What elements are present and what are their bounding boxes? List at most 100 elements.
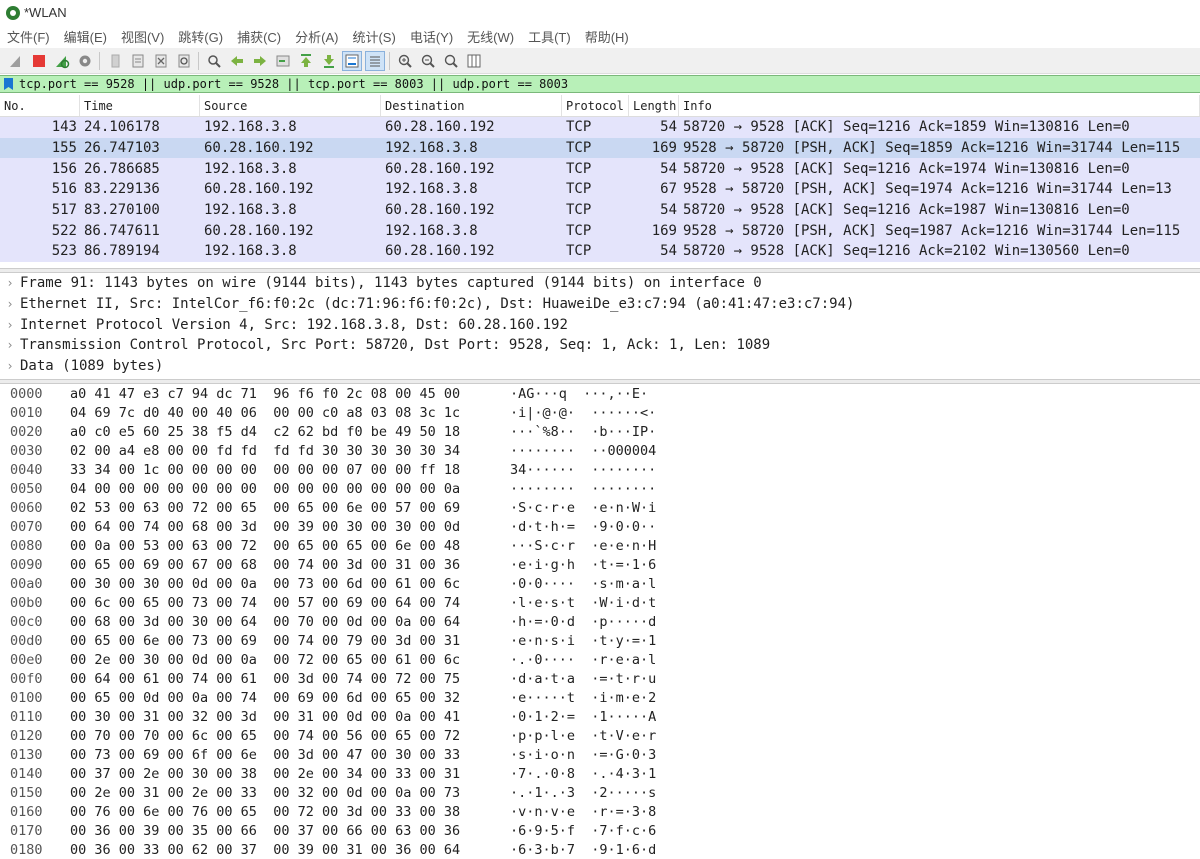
column-header[interactable]: Time [80,95,200,116]
open-file-icon[interactable] [105,51,125,71]
hex-row[interactable]: 0000 a0 41 47 e3 c7 94 dc 71 96 f6 f0 2c … [0,384,1200,403]
hex-row[interactable]: 00f0 00 64 00 61 00 74 00 61 00 3d 00 74 … [0,669,1200,688]
hex-row[interactable]: 00e0 00 2e 00 30 00 0d 00 0a 00 72 00 65 … [0,650,1200,669]
hex-ascii: ·i|·@·@· ······<· [510,404,657,421]
go-first-icon[interactable] [296,51,316,71]
packet-details[interactable]: › Frame 91: 1143 bytes on wire (9144 bits… [0,273,1200,379]
hex-row[interactable]: 0170 00 36 00 39 00 35 00 66 00 37 00 66 … [0,821,1200,840]
go-last-icon[interactable] [319,51,339,71]
hex-row[interactable]: 0140 00 37 00 2e 00 30 00 38 00 2e 00 34 … [0,764,1200,783]
hex-row[interactable]: 0080 00 0a 00 53 00 63 00 72 00 65 00 65 … [0,536,1200,555]
chevron-right-icon[interactable]: › [0,318,20,332]
stop-icon[interactable] [29,51,49,71]
menu-item[interactable]: 无线(W) [460,27,521,46]
reload-icon[interactable] [174,51,194,71]
column-header[interactable]: No. [0,95,80,116]
hex-row[interactable]: 0020 a0 c0 e5 60 25 38 f5 d4 c2 62 bd f0 … [0,422,1200,441]
hex-row[interactable]: 00a0 00 30 00 30 00 0d 00 0a 00 73 00 6d … [0,574,1200,593]
hex-ascii: ·AG···q ···,··E· [510,385,649,402]
zoom-normal-icon[interactable] [441,51,461,71]
hex-row[interactable]: 00d0 00 65 00 6e 00 73 00 69 00 74 00 79 … [0,631,1200,650]
go-back-icon[interactable] [227,51,247,71]
hex-row[interactable]: 0180 00 36 00 33 00 62 00 37 00 39 00 31 … [0,840,1200,859]
options-gear-icon[interactable] [75,51,95,71]
column-header[interactable]: Info [679,95,1200,116]
packet-time-cell: 86.747611 [84,222,160,239]
packet-bytes[interactable]: 0000 a0 41 47 e3 c7 94 dc 71 96 f6 f0 2c … [0,384,1200,858]
packet-row[interactable]: 156 26.786685 192.168.3.8 60.28.160.192 TCP 5… [0,158,1200,180]
packet-src-cell: 60.28.160.192 [204,222,314,239]
hex-row[interactable]: 0010 04 69 7c d0 40 00 40 06 00 00 c0 a8 … [0,403,1200,422]
hex-row[interactable]: 0160 00 76 00 6e 00 76 00 65 00 72 00 3d … [0,802,1200,821]
menu-item[interactable]: 工具(T) [521,27,578,46]
chevron-right-icon[interactable]: › [0,276,20,290]
go-to-packet-icon[interactable] [273,51,293,71]
packet-dst-cell: 60.28.160.192 [385,160,495,177]
hex-row[interactable]: 0100 00 65 00 0d 00 0a 00 74 00 69 00 6d … [0,688,1200,707]
find-icon[interactable] [204,51,224,71]
detail-row[interactable]: › Frame 91: 1143 bytes on wire (9144 bits… [0,273,1200,294]
packet-row[interactable]: 143 24.106178 192.168.3.8 60.28.160.192 TCP 5… [0,117,1200,138]
menu-item[interactable]: 分析(A) [288,27,345,46]
hex-row[interactable]: 0110 00 30 00 31 00 32 00 3d 00 31 00 0d … [0,707,1200,726]
chevron-right-icon[interactable]: › [0,359,20,373]
hex-ascii: 34······ ········ [510,461,657,478]
packet-row[interactable]: 522 86.747611 60.28.160.192 192.168.3.8 TCP 1… [0,220,1200,242]
chevron-right-icon[interactable]: › [0,338,20,352]
column-header[interactable]: Source [200,95,381,116]
hex-row[interactable]: 0030 02 00 a4 e8 00 00 fd fd fd fd 30 30 … [0,441,1200,460]
shark-fin-icon[interactable] [6,51,26,71]
detail-row[interactable]: › Data (1089 bytes) [0,356,1200,377]
colorize-icon[interactable] [364,50,385,71]
go-forward-icon[interactable] [250,51,270,71]
display-filter-input[interactable] [19,77,1200,91]
menu-item[interactable]: 文件(F) [0,27,57,46]
packet-info-cell: 9528 → 58720 [PSH, ACK] Seq=1987 Ack=121… [683,222,1181,239]
detail-row[interactable]: › Internet Protocol Version 4, Src: 192.1… [0,314,1200,335]
hex-row[interactable]: 0150 00 2e 00 31 00 2e 00 33 00 32 00 0d … [0,783,1200,802]
packet-time-cell: 26.786685 [84,160,160,177]
menu-item[interactable]: 编辑(E) [57,27,114,46]
packet-time-cell: 83.229136 [84,181,160,198]
column-header[interactable]: Protocol [562,95,629,116]
autoscroll-icon[interactable] [341,50,362,71]
hex-row[interactable]: 0090 00 65 00 69 00 67 00 68 00 74 00 3d … [0,555,1200,574]
detail-row[interactable]: › Ethernet II, Src: IntelCor_f6:f0:2c (dc… [0,294,1200,315]
packet-row[interactable]: 517 83.270100 192.168.3.8 60.28.160.192 TCP 5… [0,199,1200,221]
hex-row[interactable]: 0040 33 34 00 1c 00 00 00 00 00 00 00 07 … [0,460,1200,479]
column-header[interactable]: Length [629,95,679,116]
packet-info-cell: 58720 → 9528 [ACK] Seq=1216 Ack=1987 Win… [683,202,1130,219]
bookmark-icon[interactable] [4,78,13,90]
menu-item[interactable]: 视图(V) [114,27,171,46]
packet-no-cell: 155 [51,140,77,157]
hex-row[interactable]: 0060 02 53 00 63 00 72 00 65 00 65 00 6e … [0,498,1200,517]
menu-item[interactable]: 帮助(H) [578,27,636,46]
packet-row[interactable]: 155 26.747103 60.28.160.192 192.168.3.8 TCP 1… [0,137,1200,159]
hex-row[interactable]: 0070 00 64 00 74 00 68 00 3d 00 39 00 30 … [0,517,1200,536]
hex-row[interactable]: 0050 04 00 00 00 00 00 00 00 00 00 00 00 … [0,479,1200,498]
packet-proto-cell: TCP [566,181,592,198]
menu-item[interactable]: 捕获(C) [230,27,288,46]
chevron-right-icon[interactable]: › [0,297,20,311]
menu-item[interactable]: 电话(Y) [403,27,460,46]
restart-icon[interactable] [52,51,72,71]
hex-offset: 0160 [10,803,43,820]
packet-list[interactable]: 143 24.106178 192.168.3.8 60.28.160.192 TCP 5… [0,117,1200,264]
hex-row[interactable]: 0130 00 73 00 69 00 6f 00 6e 00 3d 00 47 … [0,745,1200,764]
zoom-out-icon[interactable] [418,51,438,71]
hex-ascii: ·6·9·5·f ·7·f·c·6 [510,822,657,839]
detail-row[interactable]: › Transmission Control Protocol, Src Port… [0,335,1200,356]
save-file-icon[interactable] [128,51,148,71]
packet-row[interactable]: 523 86.789194 192.168.3.8 60.28.160.192 TCP 5… [0,241,1200,262]
hex-row[interactable]: 00b0 00 6c 00 65 00 73 00 74 00 57 00 69 … [0,593,1200,612]
close-file-icon[interactable] [151,51,171,71]
column-header[interactable]: Destination [381,95,562,116]
zoom-in-icon[interactable] [395,51,415,71]
menu-item[interactable]: 统计(S) [345,27,402,46]
packet-row[interactable]: 516 83.229136 60.28.160.192 192.168.3.8 TCP 6… [0,179,1200,200]
packet-no-cell: 522 [51,222,77,239]
menu-item[interactable]: 跳转(G) [171,27,230,46]
hex-row[interactable]: 0120 00 70 00 70 00 6c 00 65 00 74 00 56 … [0,726,1200,745]
hex-row[interactable]: 00c0 00 68 00 3d 00 30 00 64 00 70 00 0d … [0,612,1200,631]
resize-columns-icon[interactable] [464,51,484,71]
